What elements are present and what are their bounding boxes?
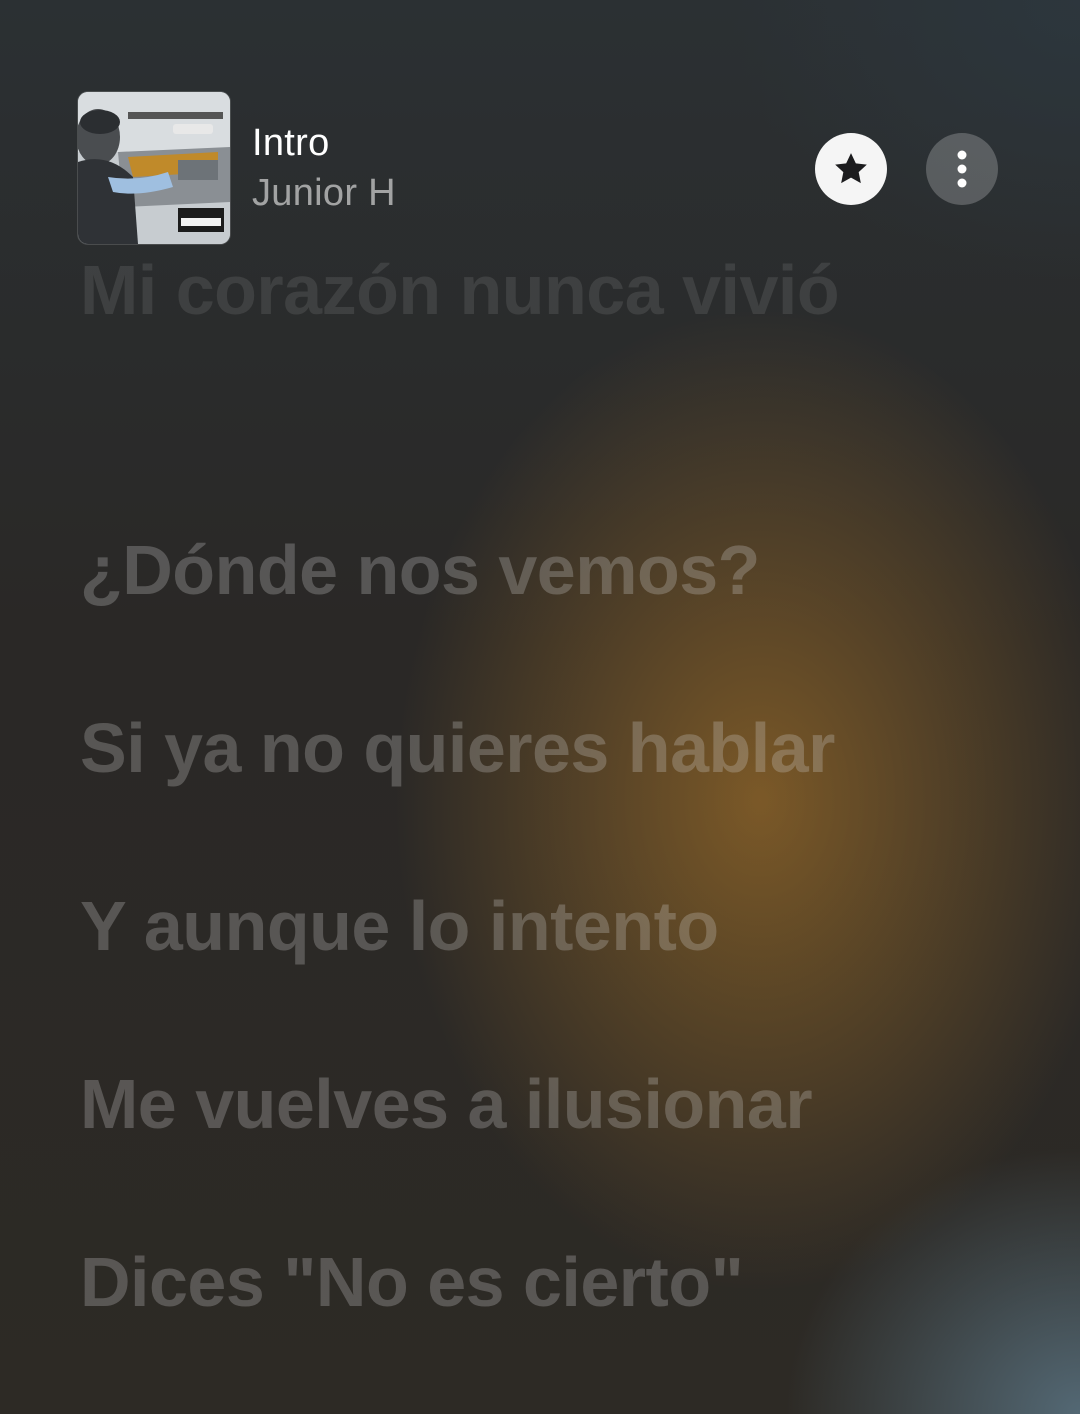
lyric-line[interactable]: Si ya no quieres hablar xyxy=(80,708,835,788)
more-options-button[interactable] xyxy=(926,133,998,205)
favorite-button[interactable] xyxy=(815,133,887,205)
now-playing-header: Intro Junior H xyxy=(78,92,1002,244)
lyric-line[interactable]: Mi corazón nunca vivió xyxy=(80,250,840,330)
track-artist[interactable]: Junior H xyxy=(252,172,396,215)
lyric-line[interactable]: Y aunque lo intento xyxy=(80,886,719,966)
track-title: Intro xyxy=(252,122,330,164)
lyric-line[interactable]: Dices "No es cierto" xyxy=(80,1242,744,1322)
lyric-line[interactable]: Me vuelves a ilusionar xyxy=(80,1064,813,1144)
album-artwork[interactable] xyxy=(78,92,230,244)
more-vertical-icon xyxy=(957,150,967,188)
star-icon xyxy=(835,153,867,184)
lyric-line[interactable]: ¿Dónde nos vemos? xyxy=(80,530,760,610)
